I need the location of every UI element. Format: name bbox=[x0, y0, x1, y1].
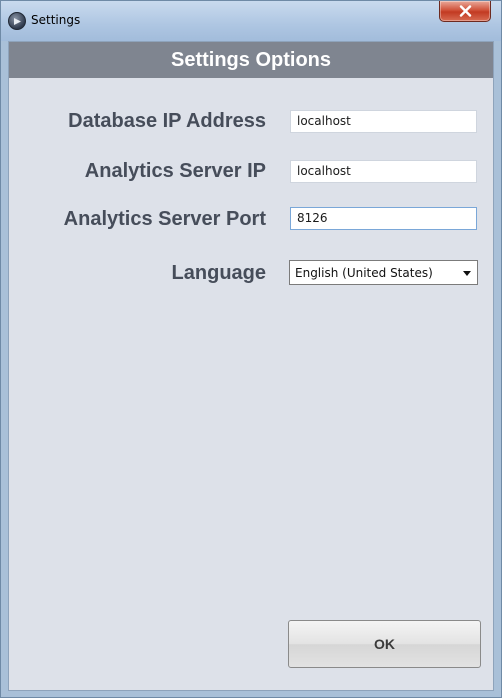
close-icon bbox=[459, 5, 472, 17]
language-label: Language bbox=[171, 262, 266, 284]
settings-panel: Settings Options Database IP Address loc… bbox=[8, 41, 494, 691]
database-ip-label: Database IP Address bbox=[68, 110, 266, 132]
close-button[interactable] bbox=[439, 1, 491, 22]
app-logo-icon bbox=[8, 12, 26, 30]
language-selected-value: English (United States) bbox=[295, 266, 433, 280]
language-select[interactable]: English (United States) bbox=[289, 260, 478, 285]
analytics-server-port-label: Analytics Server Port bbox=[63, 208, 266, 230]
analytics-server-ip-label: Analytics Server IP bbox=[84, 160, 266, 182]
title-bar[interactable]: Settings bbox=[1, 1, 501, 41]
analytics-server-ip-input[interactable]: localhost bbox=[290, 160, 477, 183]
analytics-server-port-input[interactable]: 8126 bbox=[290, 207, 477, 230]
database-ip-input[interactable]: localhost bbox=[290, 110, 477, 133]
header-bar: Settings Options bbox=[9, 42, 493, 78]
chevron-down-icon bbox=[463, 271, 471, 276]
ok-button[interactable]: OK bbox=[288, 620, 481, 668]
settings-window: Settings Settings Options Database IP Ad… bbox=[0, 0, 502, 698]
page-title: Settings Options bbox=[171, 48, 331, 71]
window-title: Settings bbox=[31, 13, 81, 27]
